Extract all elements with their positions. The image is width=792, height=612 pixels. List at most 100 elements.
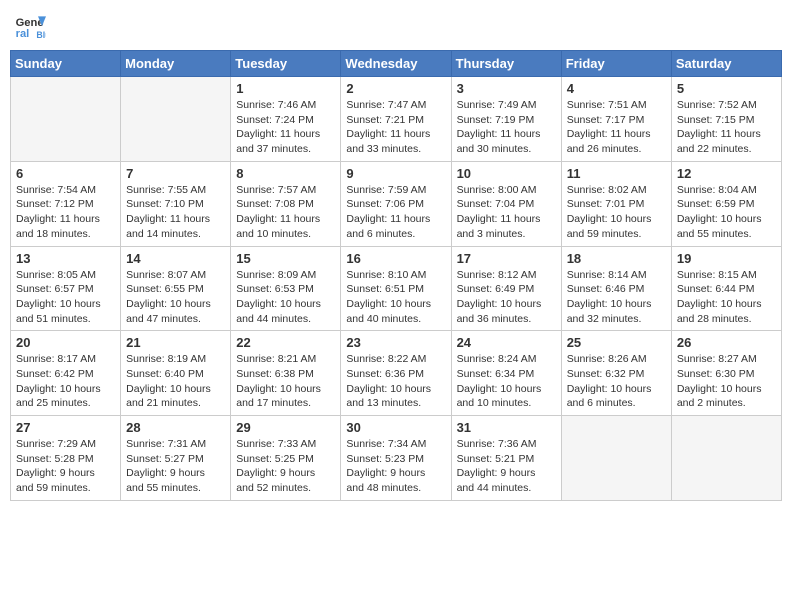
day-number: 10: [457, 166, 556, 181]
day-info: Sunrise: 8:04 AM Sunset: 6:59 PM Dayligh…: [677, 183, 776, 242]
calendar-day-cell: 29 Sunrise: 7:33 AM Sunset: 5:25 PM Dayl…: [231, 416, 341, 501]
day-number: 8: [236, 166, 335, 181]
weekday-header: Sunday: [11, 51, 121, 77]
daylight-label: Daylight: 9 hours and 59 minutes.: [16, 467, 95, 494]
daylight-label: Daylight: 11 hours and 18 minutes.: [16, 213, 100, 240]
calendar-day-cell: 30 Sunrise: 7:34 AM Sunset: 5:23 PM Dayl…: [341, 416, 451, 501]
sunset-label: Sunset: 6:36 PM: [346, 368, 424, 380]
calendar-day-cell: 23 Sunrise: 8:22 AM Sunset: 6:36 PM Dayl…: [341, 331, 451, 416]
daylight-label: Daylight: 9 hours and 44 minutes.: [457, 467, 536, 494]
day-info: Sunrise: 8:19 AM Sunset: 6:40 PM Dayligh…: [126, 352, 225, 411]
day-info: Sunrise: 7:29 AM Sunset: 5:28 PM Dayligh…: [16, 437, 115, 496]
sunset-label: Sunset: 6:59 PM: [677, 198, 755, 210]
sunrise-label: Sunrise: 7:29 AM: [16, 438, 96, 450]
calendar-day-cell: 1 Sunrise: 7:46 AM Sunset: 7:24 PM Dayli…: [231, 77, 341, 162]
day-info: Sunrise: 8:15 AM Sunset: 6:44 PM Dayligh…: [677, 268, 776, 327]
sunset-label: Sunset: 6:46 PM: [567, 283, 645, 295]
daylight-label: Daylight: 10 hours and 2 minutes.: [677, 383, 762, 410]
calendar-day-cell: [121, 77, 231, 162]
daylight-label: Daylight: 10 hours and 44 minutes.: [236, 298, 321, 325]
sunset-label: Sunset: 7:12 PM: [16, 198, 94, 210]
day-number: 7: [126, 166, 225, 181]
sunrise-label: Sunrise: 7:36 AM: [457, 438, 537, 450]
day-number: 19: [677, 251, 776, 266]
day-info: Sunrise: 8:12 AM Sunset: 6:49 PM Dayligh…: [457, 268, 556, 327]
calendar-day-cell: 11 Sunrise: 8:02 AM Sunset: 7:01 PM Dayl…: [561, 161, 671, 246]
calendar-day-cell: 19 Sunrise: 8:15 AM Sunset: 6:44 PM Dayl…: [671, 246, 781, 331]
day-info: Sunrise: 8:21 AM Sunset: 6:38 PM Dayligh…: [236, 352, 335, 411]
day-number: 3: [457, 81, 556, 96]
sunset-label: Sunset: 6:40 PM: [126, 368, 204, 380]
calendar-day-cell: 27 Sunrise: 7:29 AM Sunset: 5:28 PM Dayl…: [11, 416, 121, 501]
day-info: Sunrise: 8:05 AM Sunset: 6:57 PM Dayligh…: [16, 268, 115, 327]
daylight-label: Daylight: 10 hours and 13 minutes.: [346, 383, 431, 410]
calendar-week-row: 1 Sunrise: 7:46 AM Sunset: 7:24 PM Dayli…: [11, 77, 782, 162]
calendar-day-cell: 2 Sunrise: 7:47 AM Sunset: 7:21 PM Dayli…: [341, 77, 451, 162]
calendar-day-cell: 7 Sunrise: 7:55 AM Sunset: 7:10 PM Dayli…: [121, 161, 231, 246]
sunrise-label: Sunrise: 8:15 AM: [677, 269, 757, 281]
calendar-day-cell: 18 Sunrise: 8:14 AM Sunset: 6:46 PM Dayl…: [561, 246, 671, 331]
sunrise-label: Sunrise: 7:59 AM: [346, 184, 426, 196]
daylight-label: Daylight: 11 hours and 33 minutes.: [346, 128, 430, 155]
logo: Gene ral Blue: [14, 10, 50, 42]
sunset-label: Sunset: 6:38 PM: [236, 368, 314, 380]
sunset-label: Sunset: 7:17 PM: [567, 114, 645, 126]
sunset-label: Sunset: 6:42 PM: [16, 368, 94, 380]
weekday-header: Monday: [121, 51, 231, 77]
day-info: Sunrise: 7:57 AM Sunset: 7:08 PM Dayligh…: [236, 183, 335, 242]
calendar-week-row: 27 Sunrise: 7:29 AM Sunset: 5:28 PM Dayl…: [11, 416, 782, 501]
sunset-label: Sunset: 7:15 PM: [677, 114, 755, 126]
day-number: 1: [236, 81, 335, 96]
daylight-label: Daylight: 10 hours and 25 minutes.: [16, 383, 101, 410]
sunrise-label: Sunrise: 7:54 AM: [16, 184, 96, 196]
daylight-label: Daylight: 9 hours and 55 minutes.: [126, 467, 205, 494]
day-info: Sunrise: 8:26 AM Sunset: 6:32 PM Dayligh…: [567, 352, 666, 411]
day-number: 25: [567, 335, 666, 350]
day-number: 21: [126, 335, 225, 350]
daylight-label: Daylight: 11 hours and 30 minutes.: [457, 128, 541, 155]
sunset-label: Sunset: 5:25 PM: [236, 453, 314, 465]
day-info: Sunrise: 8:14 AM Sunset: 6:46 PM Dayligh…: [567, 268, 666, 327]
sunset-label: Sunset: 5:28 PM: [16, 453, 94, 465]
calendar-day-cell: 24 Sunrise: 8:24 AM Sunset: 6:34 PM Dayl…: [451, 331, 561, 416]
sunset-label: Sunset: 6:55 PM: [126, 283, 204, 295]
calendar-day-cell: 8 Sunrise: 7:57 AM Sunset: 7:08 PM Dayli…: [231, 161, 341, 246]
weekday-header: Thursday: [451, 51, 561, 77]
calendar-day-cell: [11, 77, 121, 162]
sunset-label: Sunset: 6:51 PM: [346, 283, 424, 295]
svg-text:Blue: Blue: [36, 30, 46, 40]
day-info: Sunrise: 7:36 AM Sunset: 5:21 PM Dayligh…: [457, 437, 556, 496]
daylight-label: Daylight: 10 hours and 21 minutes.: [126, 383, 211, 410]
sunset-label: Sunset: 6:34 PM: [457, 368, 535, 380]
sunrise-label: Sunrise: 8:26 AM: [567, 353, 647, 365]
sunset-label: Sunset: 6:44 PM: [677, 283, 755, 295]
calendar-day-cell: 26 Sunrise: 8:27 AM Sunset: 6:30 PM Dayl…: [671, 331, 781, 416]
daylight-label: Daylight: 11 hours and 14 minutes.: [126, 213, 210, 240]
calendar-day-cell: 13 Sunrise: 8:05 AM Sunset: 6:57 PM Dayl…: [11, 246, 121, 331]
daylight-label: Daylight: 10 hours and 32 minutes.: [567, 298, 652, 325]
sunset-label: Sunset: 5:23 PM: [346, 453, 424, 465]
sunrise-label: Sunrise: 8:05 AM: [16, 269, 96, 281]
day-number: 31: [457, 420, 556, 435]
day-number: 26: [677, 335, 776, 350]
sunset-label: Sunset: 6:57 PM: [16, 283, 94, 295]
daylight-label: Daylight: 10 hours and 47 minutes.: [126, 298, 211, 325]
weekday-header: Tuesday: [231, 51, 341, 77]
sunset-label: Sunset: 6:30 PM: [677, 368, 755, 380]
calendar-day-cell: 12 Sunrise: 8:04 AM Sunset: 6:59 PM Dayl…: [671, 161, 781, 246]
sunset-label: Sunset: 7:06 PM: [346, 198, 424, 210]
daylight-label: Daylight: 10 hours and 6 minutes.: [567, 383, 652, 410]
sunrise-label: Sunrise: 8:12 AM: [457, 269, 537, 281]
day-info: Sunrise: 8:22 AM Sunset: 6:36 PM Dayligh…: [346, 352, 445, 411]
sunset-label: Sunset: 5:27 PM: [126, 453, 204, 465]
day-info: Sunrise: 8:07 AM Sunset: 6:55 PM Dayligh…: [126, 268, 225, 327]
day-number: 16: [346, 251, 445, 266]
sunrise-label: Sunrise: 8:09 AM: [236, 269, 316, 281]
sunset-label: Sunset: 6:32 PM: [567, 368, 645, 380]
sunset-label: Sunset: 6:53 PM: [236, 283, 314, 295]
sunrise-label: Sunrise: 8:22 AM: [346, 353, 426, 365]
sunrise-label: Sunrise: 7:33 AM: [236, 438, 316, 450]
daylight-label: Daylight: 10 hours and 51 minutes.: [16, 298, 101, 325]
sunrise-label: Sunrise: 7:51 AM: [567, 99, 647, 111]
calendar-day-cell: 15 Sunrise: 8:09 AM Sunset: 6:53 PM Dayl…: [231, 246, 341, 331]
